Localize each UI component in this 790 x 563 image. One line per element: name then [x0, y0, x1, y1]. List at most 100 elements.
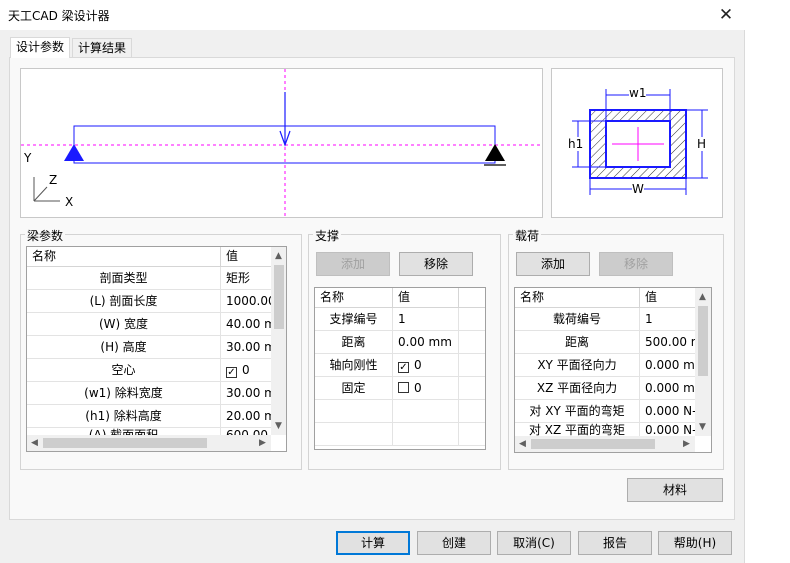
load-value[interactable]: 0.000 ml [640, 354, 696, 376]
table-row[interactable]: 对 XY 平面的弯矩 0.000 N- [515, 400, 696, 423]
support-name: 支撑编号 [315, 308, 393, 330]
loads-title: 载荷 [513, 227, 542, 244]
load-value[interactable]: 1 [640, 308, 696, 330]
tab-design-params[interactable]: 设计参数 [10, 37, 71, 58]
add-support-button[interactable]: 添加 [316, 252, 390, 276]
scroll-right-icon[interactable]: ▶ [259, 438, 266, 448]
param-value[interactable]: 30.00 m [221, 382, 273, 404]
table-row[interactable]: 距离 0.00 mm [315, 331, 485, 354]
scroll-thumb[interactable] [43, 438, 207, 448]
beam-params-title: 梁参数 [25, 227, 66, 244]
value-column-header[interactable]: 值 [393, 288, 459, 308]
param-name: (H) 高度 [27, 336, 221, 358]
tab-panel: Y Z X w1 h1 H W 梁参数 名称 值 剖面类型 矩形 (L) 剖面长… [9, 57, 735, 520]
beam-params-header: 名称 值 [27, 247, 286, 267]
window-title: 天工CAD 梁设计器 [8, 9, 110, 23]
scroll-left-icon[interactable]: ◀ [519, 439, 526, 449]
report-button[interactable]: 报告 [578, 531, 652, 555]
create-button[interactable]: 创建 [417, 531, 491, 555]
empty-cell [393, 423, 459, 445]
value-column-header[interactable]: 值 [221, 247, 273, 267]
table-row[interactable]: XY 平面径向力 0.000 ml [515, 354, 696, 377]
param-name: (W) 宽度 [27, 313, 221, 335]
remove-support-button[interactable]: 移除 [399, 252, 473, 276]
beam-designer-dialog: 天工CAD 梁设计器 ✕ 设计参数 计算结果 Y Z X w1 h1 H W 梁… [0, 0, 745, 563]
table-row [315, 400, 485, 423]
name-column-header[interactable]: 名称 [27, 247, 221, 267]
support-name: 轴向刚性 [315, 354, 393, 376]
horizontal-scrollbar[interactable]: ◀ ▶ [27, 435, 271, 451]
table-row[interactable]: 空心 ✓ 0 [27, 359, 273, 382]
table-row[interactable]: 支撑编号 1 [315, 308, 485, 331]
help-button[interactable]: 帮助(H) [658, 531, 732, 555]
axial-rigid-checkbox[interactable]: ✓ [398, 362, 409, 373]
scroll-thumb[interactable] [531, 439, 655, 449]
remove-load-button[interactable]: 移除 [599, 252, 673, 276]
w1-label: w1 [629, 86, 647, 100]
scroll-right-icon[interactable]: ▶ [683, 439, 690, 449]
tab-calc-results[interactable]: 计算结果 [72, 38, 133, 58]
load-value[interactable]: 0.000 N- [640, 400, 696, 422]
loads-header: 名称 值 [515, 288, 711, 308]
section-preview: w1 h1 H W [551, 68, 723, 218]
vertical-scrollbar[interactable]: ▲ ▼ [271, 247, 286, 435]
scroll-up-icon[interactable]: ▲ [275, 251, 282, 261]
add-load-button[interactable]: 添加 [516, 252, 590, 276]
scroll-down-icon[interactable]: ▼ [699, 422, 706, 432]
name-column-header[interactable]: 名称 [315, 288, 393, 308]
beam-drawing [21, 69, 542, 217]
table-row[interactable]: 剖面类型 矩形 [27, 267, 273, 290]
param-value[interactable]: 1000.00 [221, 290, 273, 312]
support-value: ✓ 0 [393, 354, 459, 376]
param-value[interactable]: 30.00 m [221, 336, 273, 358]
supports-title: 支撑 [313, 227, 342, 244]
empty-cell [315, 423, 393, 445]
horizontal-scrollbar[interactable]: ◀ ▶ [515, 436, 695, 452]
table-row[interactable]: (h1) 除料高度 20.00 m [27, 405, 273, 428]
table-row[interactable]: (W) 宽度 40.00 m [27, 313, 273, 336]
fixed-checkbox[interactable] [398, 382, 409, 393]
vertical-scrollbar[interactable]: ▲ ▼ [695, 288, 711, 436]
load-name: XY 平面径向力 [515, 354, 640, 376]
table-row[interactable]: 距离 500.00 m [515, 331, 696, 354]
param-name: 空心 [27, 359, 221, 381]
table-row[interactable]: (L) 剖面长度 1000.00 [27, 290, 273, 313]
checkbox-value: 0 [414, 358, 422, 372]
H-label: H [697, 137, 707, 151]
param-value[interactable]: 40.00 m [221, 313, 273, 335]
close-icon[interactable]: ✕ [712, 4, 740, 26]
param-name: (w1) 除料宽度 [27, 382, 221, 404]
load-value[interactable]: 500.00 m [640, 331, 696, 353]
material-button[interactable]: 材料 [627, 478, 723, 502]
scroll-thumb[interactable] [698, 306, 708, 376]
value-column-header[interactable]: 值 [640, 288, 696, 308]
load-name: XZ 平面径向力 [515, 377, 640, 399]
load-name: 距离 [515, 331, 640, 353]
beam-preview: Y Z X [20, 68, 543, 218]
beam-params-grid: 名称 值 剖面类型 矩形 (L) 剖面长度 1000.00 (W) 宽度 40.… [26, 246, 287, 452]
supports-header: 名称 值 [315, 288, 485, 308]
param-value[interactable]: 矩形 [221, 267, 273, 289]
scroll-up-icon[interactable]: ▲ [699, 292, 706, 302]
table-row[interactable]: (H) 高度 30.00 m [27, 336, 273, 359]
table-row[interactable]: (w1) 除料宽度 30.00 m [27, 382, 273, 405]
load-value[interactable]: 0.000 ml [640, 377, 696, 399]
support-name: 距离 [315, 331, 393, 353]
scroll-down-icon[interactable]: ▼ [275, 421, 282, 431]
checkbox-value: 0 [414, 381, 422, 395]
calculate-button[interactable]: 计算 [336, 531, 410, 555]
hollow-checkbox[interactable]: ✓ [226, 367, 237, 378]
load-name: 对 XY 平面的弯矩 [515, 400, 640, 422]
support-value[interactable]: 0.00 mm [393, 331, 459, 353]
scroll-left-icon[interactable]: ◀ [31, 438, 38, 448]
param-value[interactable]: 20.00 m [221, 405, 273, 427]
scroll-thumb[interactable] [274, 265, 284, 329]
support-value[interactable]: 1 [393, 308, 459, 330]
cancel-button[interactable]: 取消(C) [497, 531, 571, 555]
table-row[interactable]: XZ 平面径向力 0.000 ml [515, 377, 696, 400]
name-column-header[interactable]: 名称 [515, 288, 640, 308]
table-row[interactable]: 轴向刚性 ✓ 0 [315, 354, 485, 377]
checkbox-value: 0 [242, 363, 250, 377]
table-row[interactable]: 固定 0 [315, 377, 485, 400]
table-row[interactable]: 载荷编号 1 [515, 308, 696, 331]
